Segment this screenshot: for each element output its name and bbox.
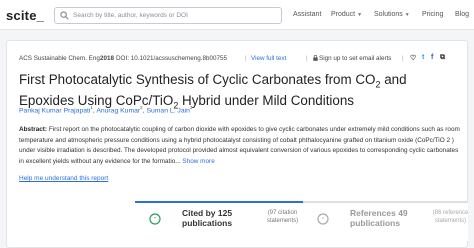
separator: |	[245, 55, 247, 62]
citation-statements-count: (97 citation statements)	[266, 210, 299, 224]
author-link[interactable]: Pankaj Kumar Prajapati	[19, 107, 90, 114]
citation-stats: ” Cited by 125 publications (97 citation…	[135, 201, 468, 241]
abstract-text: First report on the photocatalytic coupl…	[19, 126, 460, 165]
svg-text:”: ”	[154, 217, 156, 223]
help-understand-link[interactable]: Help me understand this report	[19, 175, 108, 182]
svg-text:“: “	[322, 217, 324, 223]
scite-logo[interactable]: scite_	[6, 8, 44, 23]
paper-card: ACS Sustainable Chem. Eng. 2018 DOI: 10.…	[6, 40, 468, 248]
paper-meta: ACS Sustainable Chem. Eng. 2018 DOI: 10.…	[19, 54, 464, 66]
author-link[interactable]: Anurag Kumar	[96, 107, 140, 114]
copy-link-icon[interactable]: ⧉	[440, 54, 445, 62]
show-more-link[interactable]: Show more	[182, 158, 214, 165]
separator: |	[306, 55, 308, 62]
cited-by-tab[interactable]: ” Cited by 125 publications (97 citation…	[135, 201, 303, 241]
email-alerts-signup[interactable]: Sign up to set email alerts	[319, 55, 391, 62]
doi-text: DOI: 10.1021/acssuschemeng.8b00755	[116, 55, 227, 62]
chevron-down-icon: ▼	[357, 12, 363, 18]
twitter-icon[interactable]: t	[422, 54, 424, 61]
chevron-down-icon: ▼	[404, 12, 410, 18]
nav-product[interactable]: Product ▼	[331, 11, 362, 18]
references-count: References 49 publications	[350, 208, 408, 228]
reference-statements-count: (86 reference statements)	[432, 210, 469, 224]
cited-by-count: Cited by 125 publications	[182, 208, 233, 228]
author-link[interactable]: Suman L. Jain	[146, 107, 189, 114]
quote-bubble-icon: ”	[149, 213, 161, 225]
nav-pricing[interactable]: Pricing	[422, 11, 443, 18]
nav-blog[interactable]: Blog	[455, 11, 469, 18]
abstract: Abstract: First report on the photocatal…	[19, 125, 464, 167]
journal-name[interactable]: ACS Sustainable Chem. Eng.	[19, 55, 102, 62]
lock-icon	[313, 55, 318, 61]
author-list: Pankaj Kumar Prajapati1, Anurag Kumar2, …	[19, 105, 193, 115]
search-input[interactable]	[73, 9, 273, 22]
top-navbar: scite_ Assistant Product▼ Solutions▼ Pri…	[0, 0, 474, 30]
publication-year: 2018	[100, 55, 115, 62]
search-icon	[60, 11, 69, 20]
share-heart-icon[interactable]: ♡	[410, 54, 416, 62]
references-tab[interactable]: “ References 49 publications (86 referen…	[303, 201, 468, 241]
facebook-icon[interactable]: f	[431, 54, 433, 61]
nav-solutions[interactable]: Solutions ▼	[374, 11, 410, 18]
nav-assistant[interactable]: Assistant	[293, 11, 321, 18]
view-full-text-link[interactable]: View full text	[251, 55, 286, 62]
separator: |	[402, 55, 404, 62]
abstract-label: Abstract:	[19, 126, 48, 133]
quote-bubble-icon: “	[317, 213, 329, 225]
search-bar[interactable]	[54, 7, 282, 24]
